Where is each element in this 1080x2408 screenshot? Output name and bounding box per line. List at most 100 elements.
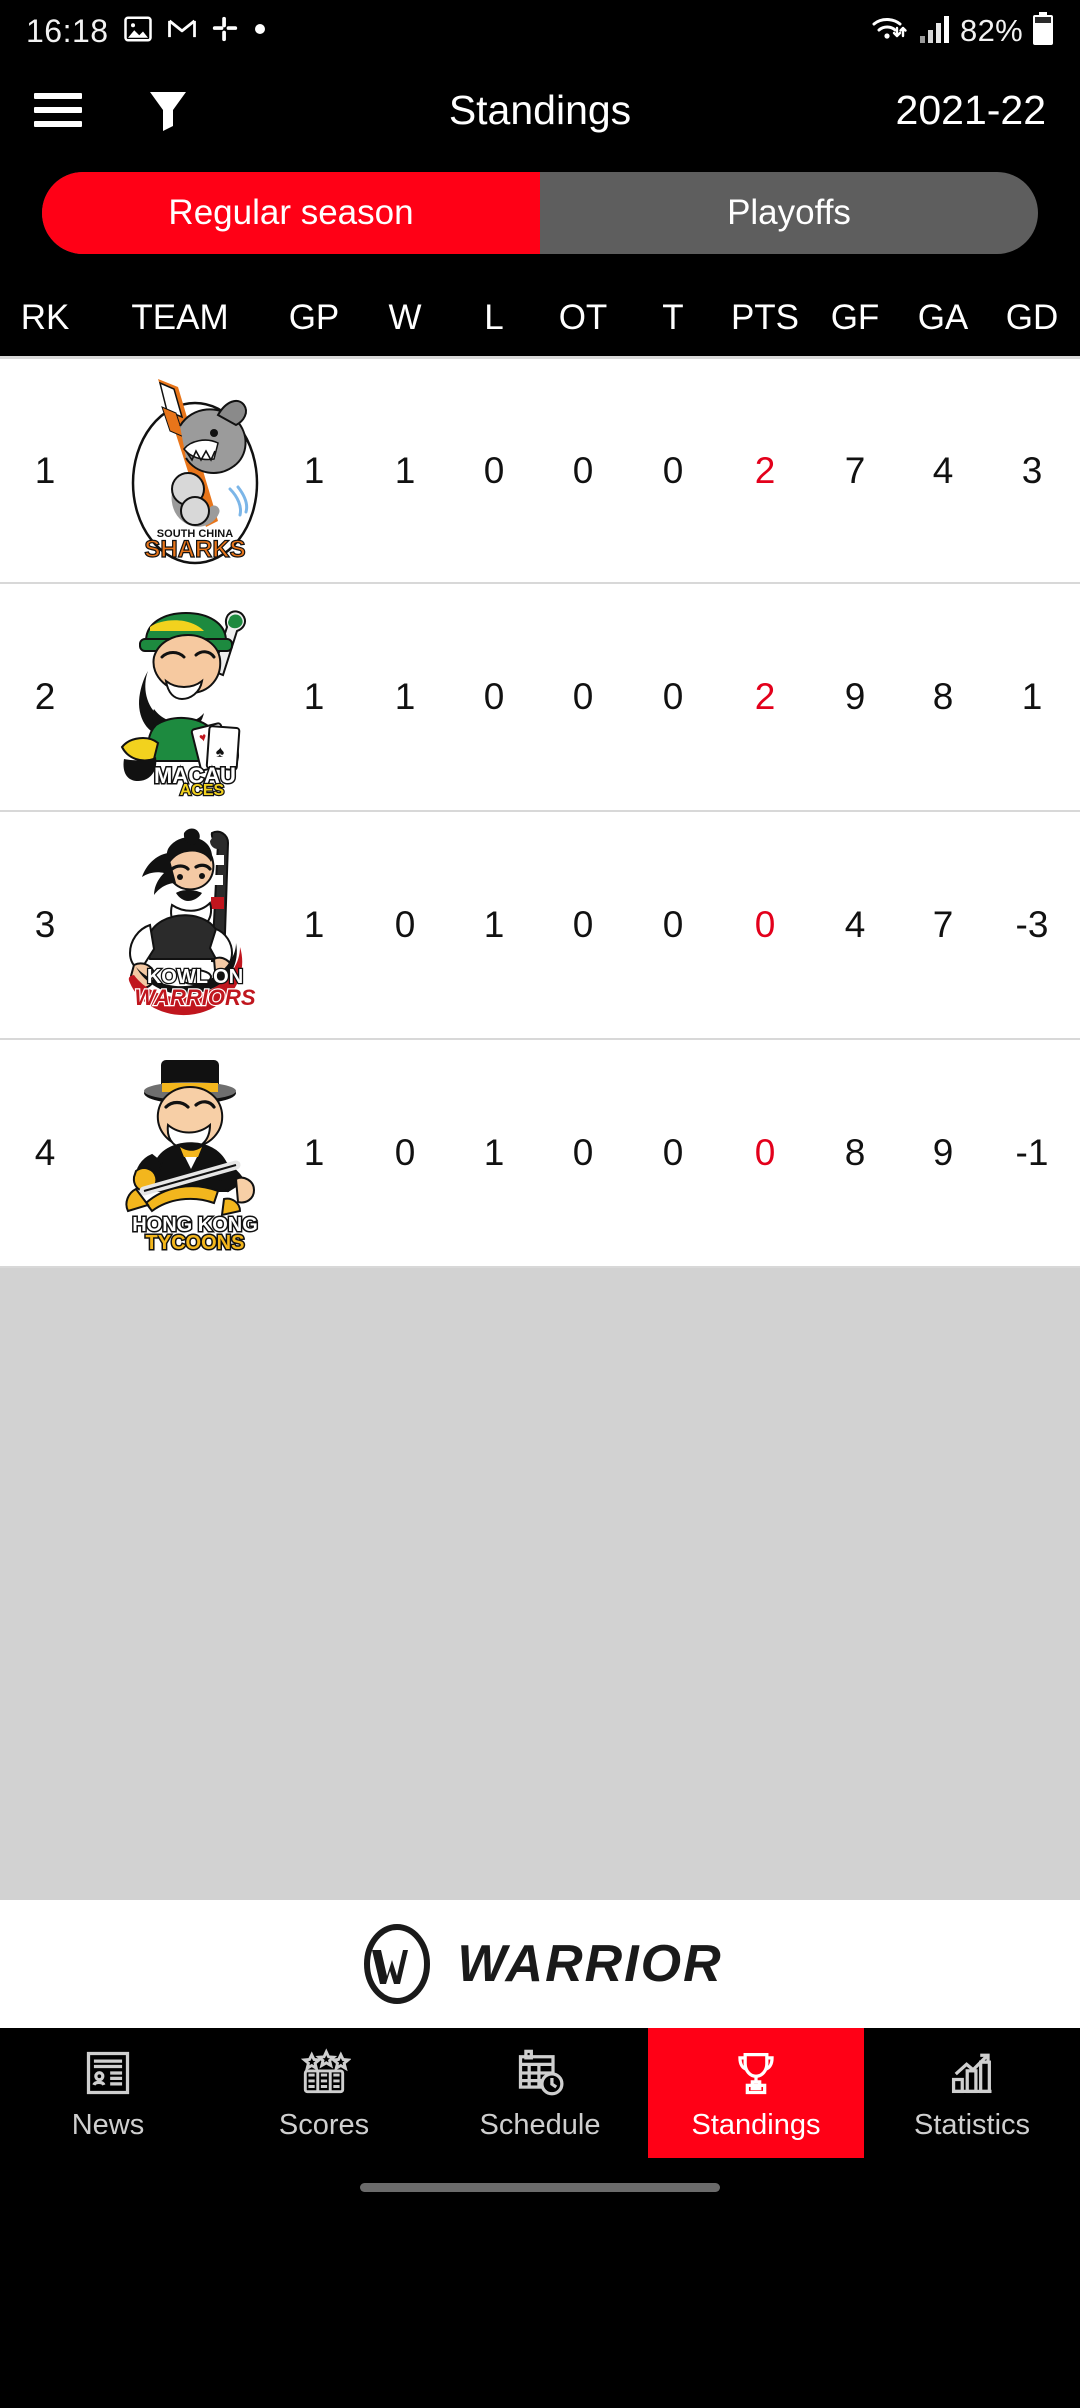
kowloon-warriors-logo: KOWL ON WARRIORS (110, 825, 280, 1025)
warrior-w-oval-logo (357, 1924, 437, 2004)
row-rank: 4 (34, 1132, 56, 1173)
season-selector[interactable]: 2021-22 (896, 87, 1046, 134)
column-header-gp[interactable]: GP (289, 298, 340, 338)
gesture-navigation-bar (0, 2158, 1080, 2216)
bar-chart-icon (946, 2045, 998, 2101)
row-ot: 0 (572, 1132, 594, 1173)
row-ga: 7 (932, 904, 954, 945)
south-china-sharks-logo: SOUTH CHINA SHARKS (110, 371, 280, 571)
row-ot: 0 (572, 449, 594, 491)
table-row[interactable]: 4 HONG KONG TYCOONS 1 0 1 0 0 0 8 9 -1 (0, 1040, 1080, 1268)
row-t: 0 (662, 904, 684, 945)
column-header-gd[interactable]: GD (1006, 298, 1059, 338)
wifi-icon (870, 13, 910, 50)
nav-label-schedule: Schedule (479, 2108, 601, 2141)
column-header-l[interactable]: L (484, 298, 503, 338)
row-t: 0 (662, 1132, 684, 1173)
nav-item-standings[interactable]: Standings (648, 2028, 864, 2158)
row-gd: 3 (1021, 449, 1043, 491)
table-row[interactable]: 1 SOUTH CHINA SHARKS 1 1 0 0 0 2 7 4 3 (0, 356, 1080, 584)
status-bar: 16:18 82% (0, 0, 1080, 62)
dot-icon (253, 22, 267, 41)
nav-item-statistics[interactable]: Statistics (864, 2028, 1080, 2158)
svg-text:TYCOONS: TYCOONS (146, 1232, 245, 1253)
hamburger-menu-icon[interactable] (34, 93, 82, 127)
season-type-toggle-container: Regular season Playoffs (0, 158, 1080, 278)
column-header-team[interactable]: TEAM (131, 298, 228, 338)
battery-percent: 82% (960, 13, 1023, 48)
nav-label-statistics: Statistics (913, 2108, 1031, 2141)
empty-space (0, 1268, 1080, 1900)
trophy-icon (730, 2045, 782, 2101)
row-gp: 1 (303, 676, 325, 717)
nav-item-scores[interactable]: Scores (216, 2028, 432, 2158)
gmail-icon (167, 14, 197, 49)
svg-text:WARRIORS: WARRIORS (135, 985, 256, 1010)
nav-label-news: News (71, 2108, 145, 2141)
row-gd: -3 (1015, 904, 1049, 945)
svg-text:SHARKS: SHARKS (144, 536, 245, 563)
column-header-rk[interactable]: RK (21, 298, 70, 338)
row-gf: 9 (844, 676, 866, 717)
row-l: 1 (483, 904, 505, 945)
row-gf: 8 (844, 1132, 866, 1173)
row-rank: 1 (34, 449, 56, 491)
row-ot: 0 (572, 676, 594, 717)
svg-text:ACES: ACES (180, 782, 225, 797)
row-ot: 0 (572, 904, 594, 945)
column-header-pts[interactable]: PTS (731, 298, 799, 338)
table-row[interactable]: 2 ♥ ♠ MACAU ACES 1 1 0 0 0 2 9 8 1 (0, 584, 1080, 812)
row-rank: 2 (34, 676, 56, 717)
row-gf: 4 (844, 904, 866, 945)
row-gp: 1 (303, 904, 325, 945)
sponsor-name: WARRIOR (457, 1935, 723, 1993)
row-ga: 9 (932, 1132, 954, 1173)
tab-playoffs[interactable]: Playoffs (540, 172, 1038, 254)
calendar-clock-icon (514, 2045, 566, 2101)
row-t: 0 (662, 676, 684, 717)
column-header-gf[interactable]: GF (831, 298, 880, 338)
filter-icon[interactable] (140, 80, 196, 141)
row-l: 1 (483, 1132, 505, 1173)
row-gd: 1 (1021, 676, 1043, 717)
sponsor-banner[interactable]: WARRIOR (0, 1900, 1080, 2028)
column-header-w[interactable]: W (388, 298, 421, 338)
row-gp: 1 (303, 449, 325, 491)
tab-regular-season[interactable]: Regular season (42, 172, 540, 254)
column-header-ga[interactable]: GA (918, 298, 969, 338)
bottom-navigation: News Scores Schedule Standings Statistic… (0, 2028, 1080, 2158)
home-indicator[interactable] (360, 2182, 720, 2192)
row-w: 1 (394, 676, 416, 717)
row-l: 0 (483, 449, 505, 491)
column-header-ot[interactable]: OT (559, 298, 608, 338)
scoreboard-icon (297, 2045, 351, 2101)
battery-icon (1032, 11, 1054, 51)
row-pts: 2 (754, 449, 776, 491)
row-gf: 7 (844, 449, 866, 491)
status-bar-time: 16:18 (26, 12, 109, 49)
nav-item-schedule[interactable]: Schedule (432, 2028, 648, 2158)
row-t: 0 (662, 449, 684, 491)
column-header-t[interactable]: T (662, 298, 683, 338)
row-pts: 2 (754, 676, 776, 717)
nav-item-news[interactable]: News (0, 2028, 216, 2158)
standings-table-body: 1 SOUTH CHINA SHARKS 1 1 0 0 0 2 7 4 3 2… (0, 356, 1080, 1268)
row-w: 0 (394, 1132, 416, 1173)
row-ga: 8 (932, 676, 954, 717)
row-rank: 3 (34, 904, 56, 945)
row-gp: 1 (303, 1132, 325, 1173)
row-w: 1 (394, 449, 416, 491)
svg-text:♠: ♠ (215, 744, 225, 762)
macau-aces-logo: ♥ ♠ MACAU ACES (110, 597, 280, 797)
signal-icon (919, 14, 951, 49)
nav-label-standings: Standings (691, 2108, 821, 2141)
row-ga: 4 (932, 449, 954, 491)
table-row[interactable]: 3 KOWL ON WARRIORS 1 0 1 0 0 0 4 7 -3 (0, 812, 1080, 1040)
standings-table-header: RK TEAM GP W L OT T PTS GF GA GD (0, 278, 1080, 356)
standings-screen: 16:18 82% Standings 2021-22 Regular seas… (0, 0, 1080, 2408)
hong-kong-tycoons-logo: HONG KONG TYCOONS (110, 1053, 280, 1253)
row-gd: -1 (1015, 1132, 1049, 1173)
app-bar: Standings 2021-22 (0, 62, 1080, 158)
row-pts: 0 (754, 904, 776, 945)
nav-label-scores: Scores (278, 2108, 370, 2141)
